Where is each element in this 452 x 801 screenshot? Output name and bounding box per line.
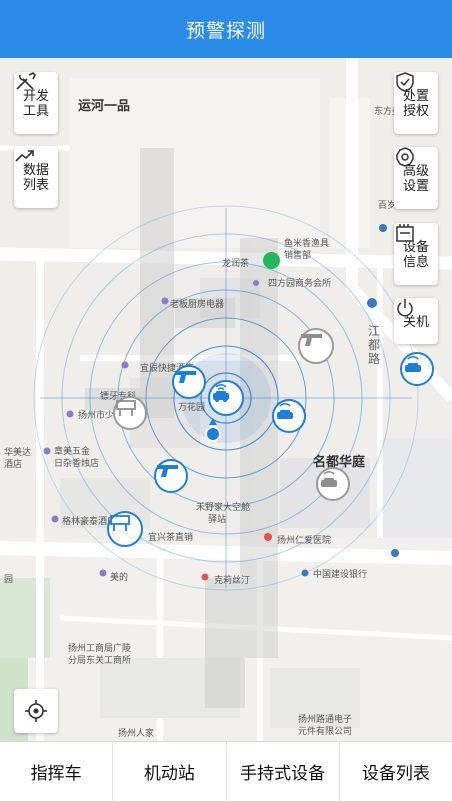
fixed-station-marker-offline[interactable] [113,396,147,430]
power-off-button[interactable]: 关机 [394,298,438,344]
control-label: 数据 列表 [22,163,49,193]
advanced-settings-button[interactable]: 高级 设置 [394,147,438,209]
map-label: 运河一品 [78,99,131,114]
mobile-station-marker-offline[interactable] [316,467,350,501]
map-view[interactable]: 运河一品 鱼米香渔具 销售部 龙润茶 四方园商务会所 老板厨房电器 宜辰快捷酒店… [0,58,452,741]
user-location-marker [205,426,221,442]
app-header: 预警探测 [0,0,452,58]
pistol-icon [301,334,322,346]
handheld-device-marker[interactable] [172,365,206,399]
control-label: 处置 授权 [402,89,429,119]
handheld-device-marker-offline[interactable] [298,328,334,364]
map-label: 克莉丝汀 [214,576,251,586]
data-list-button[interactable]: 数据 列表 [14,146,58,208]
status-dot [263,252,280,269]
map-label: 美的 [110,573,129,583]
device-icon [396,224,414,242]
control-label: 设备 信息 [402,240,429,270]
map-label: 宜兴茶直销 [148,533,194,543]
map-label: 龙润茶 [222,259,250,269]
page-title: 预警探测 [185,19,266,42]
map-label: 分局东关工商所 [68,656,132,666]
map-label: 四方园商务会所 [268,279,332,289]
mobile-station-marker[interactable] [272,399,306,433]
dev-tools-button[interactable]: 开发 工具 [14,72,58,134]
shield-check-icon [396,72,414,92]
wrench-screwdriver-icon [16,72,36,90]
car-icon [213,384,229,402]
map-label: 扬州人家 [118,729,155,739]
heading-arrow-icon [209,418,217,425]
pistol-icon [157,465,178,477]
map-label: 日杂香烛店 [54,459,100,469]
device-info-button[interactable]: 设备 信息 [394,223,438,285]
fixed-station-marker[interactable] [107,511,143,547]
car-icon [321,471,337,487]
locate-button[interactable] [14,689,58,733]
crosshair-icon [25,700,47,722]
map-label: 元件有限公司 [298,727,353,737]
pistol-icon [175,371,196,383]
gear-icon [396,147,414,167]
antenna-station-icon [116,400,136,416]
map-label: 酒店 [4,460,23,470]
map-label: 销售部 [284,251,312,261]
car-icon [277,403,293,419]
mobile-station-marker[interactable] [400,352,434,386]
control-label: 高级 设置 [402,164,429,194]
trend-chart-icon [15,150,34,162]
map-label: 驿站 [208,515,227,525]
map-label: 中国建设银行 [313,570,368,580]
tab-handheld-device[interactable]: 手持式设备 [227,742,340,801]
map-label: 老板厨房电器 [170,300,225,310]
tab-mobile-station[interactable]: 机动站 [113,742,227,801]
map-label: 万花园 [178,403,206,413]
antenna-station-icon [110,515,130,531]
map-label: 扬州仁爱医院 [277,536,332,546]
power-icon [397,299,413,317]
car-icon [405,356,421,372]
disposal-auth-button[interactable]: 处置 授权 [394,72,438,134]
road-label: 江都路 [368,324,381,366]
command-vehicle-marker[interactable] [208,380,244,416]
map-label: 园 [4,575,14,585]
control-label: 开发 工具 [22,89,49,119]
handheld-device-marker[interactable] [154,459,188,493]
tab-device-list[interactable]: 设备列表 [340,742,452,801]
tab-command-vehicle[interactable]: 指挥车 [0,742,114,801]
bottom-tab-bar: 指挥车 机动站 手持式设备 设备列表 [0,741,452,801]
